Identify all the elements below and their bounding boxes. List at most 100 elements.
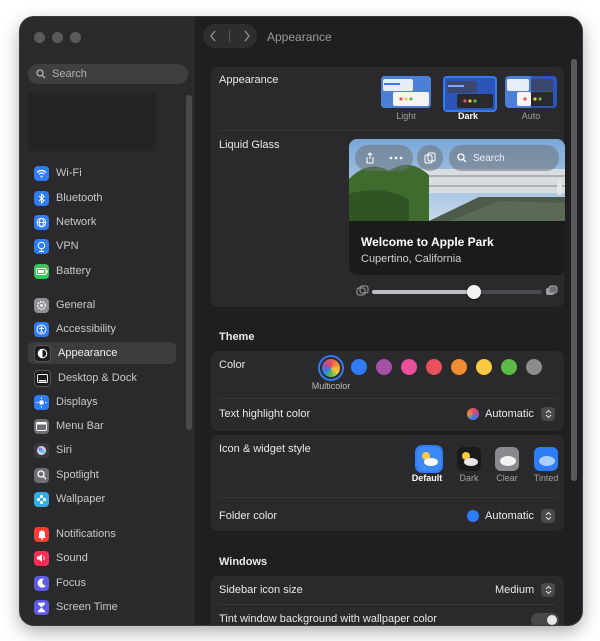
speaker-icon <box>34 550 49 566</box>
folder-color-swatch-icon <box>467 510 479 522</box>
liquid-glass-preview: Search Welcome to Apple Park Cupertino, … <box>349 139 565 275</box>
highlight-color-label: Text highlight color <box>219 408 311 420</box>
share-icon[interactable] <box>365 152 375 164</box>
appearance-option-auto[interactable] <box>505 76 557 108</box>
sidebar-item-label: Wallpaper <box>56 493 106 505</box>
sidebar-item-wifi[interactable]: Wi-Fi <box>28 162 176 184</box>
sidebar-item-wallpaper[interactable]: Wallpaper <box>28 488 176 510</box>
back-icon[interactable] <box>209 30 217 42</box>
sidebar-item-desktop-dock[interactable]: Desktop & Dock <box>28 367 176 389</box>
nav-divider <box>229 30 231 42</box>
windows-card: Sidebar icon size Medium Tint window bac… <box>211 576 564 625</box>
slider-fill <box>372 290 474 294</box>
glass-search-field[interactable]: Search <box>449 145 559 171</box>
sidebar-item-label: Spotlight <box>56 469 99 481</box>
more-icon[interactable] <box>389 156 403 160</box>
appearance-caption-auto: Auto <box>521 111 541 121</box>
highlight-color-value[interactable]: Automatic <box>485 408 534 420</box>
close-window-button[interactable] <box>34 32 45 43</box>
moon-icon <box>34 575 49 591</box>
hourglass-icon <box>34 599 49 615</box>
sidebar-item-general[interactable]: General <box>28 294 176 316</box>
sidebar-item-bluetooth[interactable]: Bluetooth <box>28 187 176 209</box>
sidebar-icon-size-value[interactable]: Medium <box>495 584 534 596</box>
sun-icon <box>34 394 49 410</box>
windows-section-title: Windows <box>219 556 268 568</box>
liquid-glass-slider[interactable] <box>372 285 542 299</box>
divider <box>219 130 556 131</box>
highlight-color-swatch-icon <box>467 408 479 420</box>
zoom-window-button[interactable] <box>70 32 81 43</box>
settings-window: Search Wi-Fi Bluetooth Network VPN Batte… <box>20 17 582 625</box>
wallpaper-icon <box>34 491 49 507</box>
sidebar-item-sound[interactable]: Sound <box>28 547 176 569</box>
slider-knob[interactable] <box>467 285 481 299</box>
search-field[interactable]: Search <box>28 64 188 84</box>
account-area[interactable] <box>28 93 156 151</box>
sidebar-item-label: Battery <box>56 265 91 277</box>
appearance-label: Appearance <box>219 74 279 86</box>
sidebar-item-siri[interactable]: Siri <box>28 439 176 461</box>
divider <box>219 604 556 605</box>
folder-color-value[interactable]: Automatic <box>485 510 534 522</box>
sidebar-item-notifications[interactable]: Notifications <box>28 523 176 545</box>
sidebar-item-appearance[interactable]: Appearance <box>28 342 176 364</box>
color-swatch-purple[interactable] <box>376 359 392 375</box>
color-swatch-orange[interactable] <box>451 359 467 375</box>
updown-chevron-icon <box>545 585 551 595</box>
sidebar-item-label: Accessibility <box>56 323 116 335</box>
color-label: Color <box>219 359 246 371</box>
sidebar-item-screen-time[interactable]: Screen Time <box>28 596 176 618</box>
color-swatch-multicolor[interactable] <box>318 355 344 381</box>
color-swatch-green[interactable] <box>501 359 517 375</box>
color-swatch-yellow[interactable] <box>476 359 492 375</box>
color-swatch-pink[interactable] <box>401 359 417 375</box>
sidebar-item-focus[interactable]: Focus <box>28 572 176 594</box>
siri-icon <box>34 442 49 458</box>
sidebar-item-menu-bar[interactable]: Menu Bar <box>28 415 176 437</box>
appearance-option-dark[interactable] <box>443 76 497 112</box>
main-pane: Appearance Appearance Light Dark Auto Li… <box>195 17 582 625</box>
sidebar-item-label: Focus <box>56 577 86 589</box>
divider <box>219 497 556 498</box>
clear-weather-icon <box>495 447 519 471</box>
forward-icon[interactable] <box>243 30 251 42</box>
sidebar-item-network[interactable]: Network <box>28 211 176 233</box>
preview-card-title: Welcome to Apple Park <box>361 235 494 249</box>
sidebar-item-battery[interactable]: Battery <box>28 260 176 282</box>
updown-chevron-icon <box>545 409 551 419</box>
color-swatch-red[interactable] <box>426 359 442 375</box>
color-swatch-blue[interactable] <box>351 359 367 375</box>
icon-style-clear[interactable] <box>495 447 519 471</box>
preview-card-subtitle: Cupertino, California <box>361 253 462 265</box>
preview-scrollbar <box>557 179 562 195</box>
color-swatch-graphite[interactable] <box>526 359 542 375</box>
icon-style-tinted[interactable] <box>534 447 558 471</box>
sidebar-item-label: Network <box>56 216 97 228</box>
sidebar-item-accessibility[interactable]: Accessibility <box>28 318 176 340</box>
sidebar-item-displays[interactable]: Displays <box>28 391 176 413</box>
sidebar-icon-size-popup-button[interactable] <box>541 583 555 597</box>
main-scrollbar[interactable] <box>571 59 577 481</box>
sidebar-scrollbar[interactable] <box>186 95 192 430</box>
icon-style-default[interactable] <box>415 445 443 473</box>
sidebar-item-label: Siri <box>56 444 72 456</box>
minimize-window-button[interactable] <box>52 32 63 43</box>
tabs-icon <box>424 152 436 164</box>
highlight-color-popup-button[interactable] <box>541 407 555 421</box>
vpn-icon <box>34 238 49 254</box>
theme-section-title: Theme <box>219 331 255 343</box>
folder-color-popup-button[interactable] <box>541 509 555 523</box>
sidebar-item-vpn[interactable]: VPN <box>28 235 176 257</box>
appearance-option-light[interactable] <box>381 76 431 108</box>
tabs-glass-button[interactable] <box>417 145 443 171</box>
sidebar-item-label: General <box>56 299 96 311</box>
dark-preview-icon <box>445 78 495 110</box>
page-title: Appearance <box>267 30 332 44</box>
search-icon <box>457 153 467 163</box>
tint-window-toggle[interactable] <box>531 613 559 625</box>
icon-style-dark[interactable] <box>457 447 481 471</box>
appearance-icon <box>34 344 51 362</box>
sidebar-item-spotlight[interactable]: Spotlight <box>28 464 176 486</box>
folder-color-label: Folder color <box>219 510 278 522</box>
